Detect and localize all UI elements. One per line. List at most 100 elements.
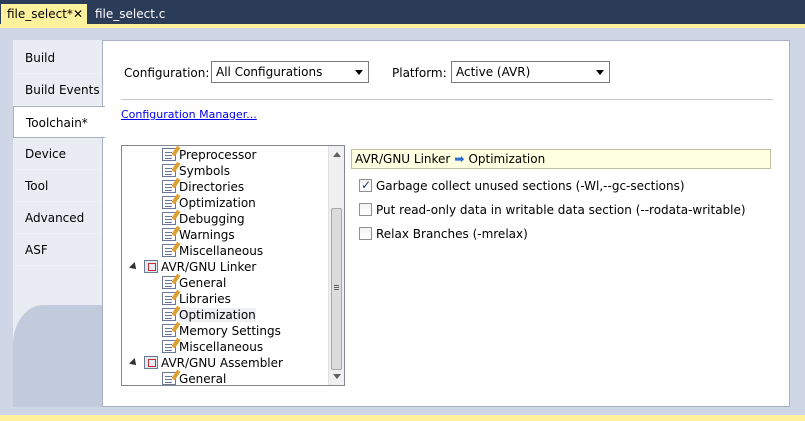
side-tab-tool[interactable]: Tool bbox=[13, 170, 103, 202]
tool-folder-icon bbox=[144, 356, 158, 369]
platform-dropdown[interactable]: Active (AVR) bbox=[451, 61, 610, 83]
side-tab-label: Toolchain* bbox=[26, 116, 88, 130]
tree-item-label: Libraries bbox=[179, 292, 231, 306]
side-tab-label: Build bbox=[25, 51, 56, 65]
tab-label: file_select* bbox=[7, 7, 73, 21]
tree-item-symbols[interactable]: Symbols bbox=[162, 163, 230, 179]
tree-item-linker-optimization[interactable]: Optimization bbox=[162, 307, 256, 323]
option-rodata-writable[interactable]: Put read-only data in writable data sect… bbox=[359, 202, 746, 218]
tab-label: file_select.c bbox=[95, 7, 166, 21]
configuration-dropdown[interactable]: All Configurations bbox=[211, 61, 369, 83]
expand-arrow-icon[interactable] bbox=[129, 262, 139, 272]
divider bbox=[121, 99, 773, 100]
tree-scrollbar[interactable] bbox=[328, 146, 344, 385]
arrow-right-icon: ➡ bbox=[454, 152, 465, 166]
side-tab-toolchain[interactable]: Toolchain* bbox=[13, 106, 105, 138]
platform-label: Platform: bbox=[392, 66, 447, 80]
tree-item-warnings[interactable]: Warnings bbox=[162, 227, 235, 243]
tree-item-label: Optimization bbox=[179, 308, 256, 322]
side-tab-build-events[interactable]: Build Events bbox=[13, 74, 103, 106]
tree-item-preprocessor[interactable]: Preprocessor bbox=[162, 147, 256, 163]
tree-item-optimization[interactable]: Optimization bbox=[162, 195, 256, 211]
tree-item-label: Optimization bbox=[179, 196, 256, 210]
tree-item-debugging[interactable]: Debugging bbox=[162, 211, 245, 227]
configuration-manager-link[interactable]: Configuration Manager... bbox=[121, 108, 257, 121]
settings-page-icon bbox=[162, 148, 176, 161]
tree-item-label: General bbox=[179, 276, 227, 290]
checkbox-unchecked[interactable] bbox=[359, 227, 372, 240]
settings-page-icon bbox=[162, 292, 176, 305]
tree-item-libraries[interactable]: Libraries bbox=[162, 291, 231, 307]
side-tab-build[interactable]: Build bbox=[13, 42, 103, 74]
settings-page-icon bbox=[162, 180, 176, 193]
tree-item-general[interactable]: General bbox=[162, 275, 226, 291]
tree-item-label: Memory Settings bbox=[179, 324, 281, 338]
settings-page-icon bbox=[162, 372, 176, 385]
tree-item-memory-settings[interactable]: Memory Settings bbox=[162, 323, 281, 339]
bottom-border bbox=[0, 415, 805, 421]
toolchain-tree[interactable]: Preprocessor Symbols Directories Optimiz… bbox=[121, 145, 345, 386]
tree-item-label: Symbols bbox=[179, 164, 230, 178]
side-tab-advanced[interactable]: Advanced bbox=[13, 202, 103, 234]
document-tab-strip: file_select* ✕ file_select.c bbox=[0, 0, 805, 25]
side-tab-label: Tool bbox=[25, 179, 49, 193]
scroll-down-arrow-icon[interactable] bbox=[333, 374, 341, 379]
chevron-down-icon bbox=[355, 70, 363, 75]
tree-item-label: Warnings bbox=[179, 228, 235, 242]
tree-item-label: Miscellaneous bbox=[179, 244, 264, 258]
settings-page-icon bbox=[162, 244, 176, 257]
scroll-thumb[interactable] bbox=[331, 208, 342, 370]
settings-page-icon bbox=[162, 164, 176, 177]
expand-arrow-icon[interactable] bbox=[129, 358, 139, 368]
breadcrumb-parent: AVR/GNU Linker bbox=[355, 152, 451, 166]
grip-icon bbox=[334, 285, 339, 286]
toolchain-panel: Configuration: All Configurations Platfo… bbox=[102, 40, 790, 407]
checkbox-unchecked[interactable] bbox=[359, 203, 372, 216]
option-label: Put read-only data in writable data sect… bbox=[376, 203, 746, 217]
breadcrumb-child: Optimization bbox=[468, 152, 546, 166]
option-gc-sections[interactable]: Garbage collect unused sections (-Wl,--g… bbox=[359, 177, 685, 194]
configuration-value: All Configurations bbox=[216, 65, 323, 79]
settings-page-icon bbox=[162, 340, 176, 353]
checkbox-checked[interactable] bbox=[359, 177, 372, 193]
chevron-down-icon bbox=[596, 70, 604, 75]
tree-item-label: AVR/GNU Linker bbox=[161, 260, 257, 274]
property-side-tabs: Build Build Events Toolchain* Device Too… bbox=[13, 40, 105, 407]
side-tab-label: Device bbox=[25, 147, 67, 161]
close-icon[interactable]: ✕ bbox=[73, 4, 83, 25]
side-tabs-footer bbox=[13, 305, 103, 407]
side-tab-label: ASF bbox=[25, 243, 48, 257]
tree-item-label: Preprocessor bbox=[179, 148, 257, 162]
option-label: Relax Branches (-mrelax) bbox=[376, 227, 528, 241]
tree-item-label: Directories bbox=[179, 180, 245, 194]
settings-page-icon bbox=[162, 196, 176, 209]
tab-file-select-project[interactable]: file_select* ✕ bbox=[1, 4, 87, 25]
side-tab-device[interactable]: Device bbox=[13, 138, 103, 170]
platform-value: Active (AVR) bbox=[456, 65, 531, 79]
tree-item-miscellaneous[interactable]: Miscellaneous bbox=[162, 243, 263, 259]
tool-folder-icon bbox=[144, 260, 158, 273]
tree-item-avr-gnu-assembler[interactable]: AVR/GNU Assembler bbox=[129, 355, 283, 371]
configuration-label: Configuration: bbox=[124, 66, 210, 80]
settings-page-icon bbox=[162, 324, 176, 337]
option-label: Garbage collect unused sections (-Wl,--g… bbox=[376, 179, 685, 193]
tab-file-select-c[interactable]: file_select.c bbox=[89, 4, 171, 25]
settings-page-icon bbox=[162, 308, 176, 321]
tree-item-assembler-general[interactable]: General bbox=[162, 371, 227, 386]
tree-item-label: Miscellaneous bbox=[179, 340, 264, 354]
tree-item-directories[interactable]: Directories bbox=[162, 179, 244, 195]
settings-page-icon bbox=[162, 228, 176, 241]
settings-page-icon bbox=[162, 276, 176, 289]
tree-item-avr-gnu-linker[interactable]: AVR/GNU Linker bbox=[129, 259, 257, 275]
tree-item-linker-miscellaneous[interactable]: Miscellaneous bbox=[162, 339, 263, 355]
tree-item-label: AVR/GNU Assembler bbox=[161, 356, 283, 370]
settings-page-icon bbox=[162, 212, 176, 225]
side-tab-label: Build Events bbox=[25, 83, 100, 97]
side-tab-asf[interactable]: ASF bbox=[13, 234, 103, 266]
side-tab-label: Advanced bbox=[25, 211, 85, 225]
tree-item-label: General bbox=[179, 372, 227, 386]
scroll-up-arrow-icon[interactable] bbox=[333, 152, 341, 157]
tree-item-label: Debugging bbox=[179, 212, 245, 226]
selected-path-breadcrumb: AVR/GNU Linker ➡ Optimization bbox=[351, 149, 771, 169]
option-relax-branches[interactable]: Relax Branches (-mrelax) bbox=[359, 226, 528, 242]
